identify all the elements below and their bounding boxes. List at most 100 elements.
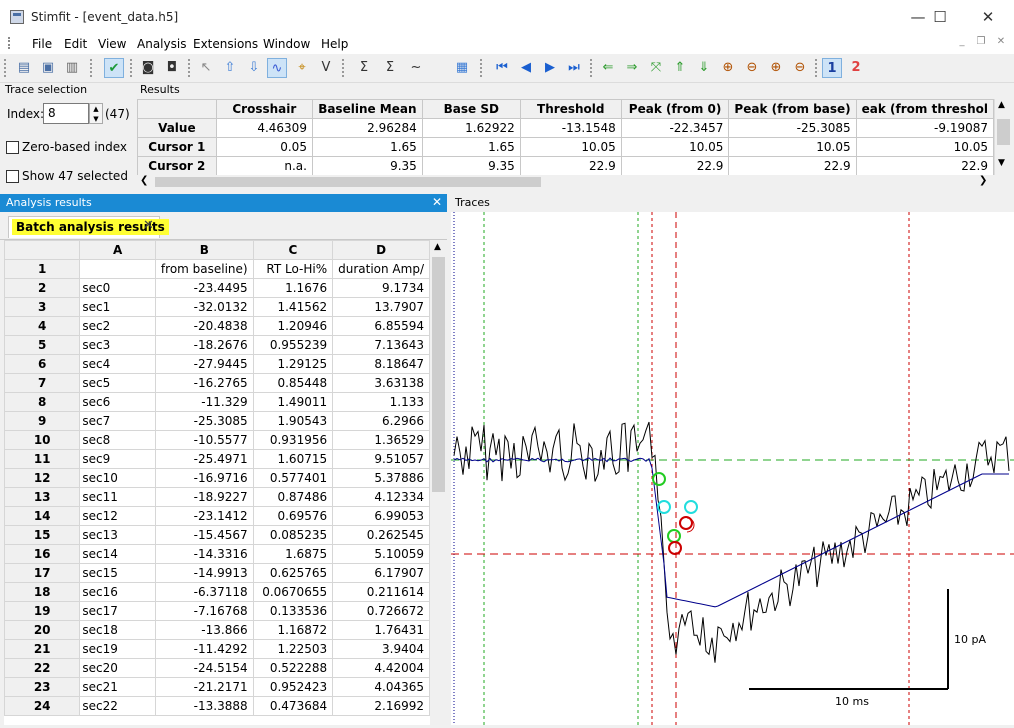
table-cell[interactable]: 2.16992 [332, 696, 430, 716]
scroll-thumb[interactable] [432, 257, 445, 492]
table-cell[interactable]: -6.37118 [154, 582, 254, 602]
results-horizontal-scrollbar[interactable]: ❮ ❯ [137, 175, 994, 189]
camera-icon[interactable]: ◙ [138, 58, 158, 78]
table-cell[interactable]: -25.3085 [154, 411, 254, 431]
row-header[interactable]: 14 [4, 506, 81, 526]
table-cell[interactable]: 0.0670655 [252, 582, 334, 602]
save-icon[interactable]: ▣ [38, 58, 58, 78]
table-cell[interactable]: sec7 [79, 411, 156, 431]
index-spinner[interactable]: ▲ ▼ [89, 103, 103, 124]
table-cell[interactable]: -13.866 [154, 620, 254, 640]
table-cell[interactable]: -11.329 [154, 392, 254, 412]
table-cell[interactable]: 1.1676 [252, 278, 334, 298]
zoom-in-x-icon[interactable]: ⊕ [718, 58, 738, 78]
v-icon[interactable]: V [316, 58, 336, 78]
table-cell[interactable]: sec16 [79, 582, 156, 602]
results-column-header[interactable]: Threshold [519, 99, 622, 119]
close-button[interactable]: ✕ [965, 0, 1011, 34]
table-cell[interactable]: sec20 [79, 658, 156, 678]
apply-icon[interactable]: ✔ [104, 58, 124, 78]
table-cell[interactable]: 0.931956 [252, 430, 334, 450]
table-cell[interactable]: -32.0132 [154, 297, 254, 317]
table-cell[interactable]: 0.952423 [252, 677, 334, 697]
table-cell[interactable]: 0.262545 [332, 525, 430, 545]
row-header[interactable]: 9 [4, 411, 81, 431]
table-cell[interactable]: -10.5577 [154, 430, 254, 450]
mdi-close-button[interactable]: ✕ [992, 36, 1010, 52]
results-cell[interactable]: 0.05 [215, 137, 313, 157]
results-cell[interactable]: 10.05 [620, 137, 730, 157]
table-cell[interactable]: -11.4292 [154, 639, 254, 659]
table-cell[interactable]: -23.1412 [154, 506, 254, 526]
table-cell[interactable]: 1.20946 [252, 316, 334, 336]
table-cell[interactable]: 1.41562 [252, 297, 334, 317]
table-cell[interactable]: RT Lo-Hi% [252, 259, 334, 279]
results-cell[interactable]: 22.9 [855, 156, 994, 175]
right-arrow-icon[interactable]: ⇒ [622, 58, 642, 78]
table-cell[interactable]: sec6 [79, 392, 156, 412]
table-cell[interactable]: 0.473684 [252, 696, 334, 716]
table-cell[interactable]: -16.2765 [154, 373, 254, 393]
row-header[interactable]: 21 [4, 639, 81, 659]
results-cell[interactable]: 22.9 [620, 156, 730, 175]
table-cell[interactable]: sec8 [79, 430, 156, 450]
menu-help[interactable]: Help [321, 37, 348, 51]
column-header[interactable]: B [154, 240, 254, 260]
zero-based-checkbox[interactable] [6, 141, 19, 154]
results-vertical-scrollbar[interactable]: ▲ ▼ [994, 99, 1012, 175]
results-column-header[interactable]: Peak (from 0) [620, 99, 730, 119]
row-header[interactable]: 20 [4, 620, 81, 640]
table-cell[interactable]: 7.13643 [332, 335, 430, 355]
table-cell[interactable]: 0.87486 [252, 487, 334, 507]
table-cell[interactable]: sec13 [79, 525, 156, 545]
table-cell[interactable]: sec10 [79, 468, 156, 488]
scroll-up-icon[interactable]: ▲ [998, 100, 1005, 110]
row-header[interactable]: 6 [4, 354, 81, 374]
scroll-up-icon[interactable]: ▲ [434, 242, 441, 252]
table-cell[interactable]: sec22 [79, 696, 156, 716]
table-cell[interactable]: 6.2966 [332, 411, 430, 431]
table-cell[interactable]: sec17 [79, 601, 156, 621]
results-cell[interactable]: -25.3085 [728, 118, 857, 138]
results-row-header[interactable]: Cursor 2 [137, 156, 217, 175]
menu-window[interactable]: Window [263, 37, 310, 51]
table-cell[interactable]: from baseline) [154, 259, 254, 279]
table-cell[interactable]: 0.69576 [252, 506, 334, 526]
zoom-in-y-icon[interactable]: ⊕ [766, 58, 786, 78]
table-cell[interactable]: 0.522288 [252, 658, 334, 678]
table-cell[interactable]: 1.22503 [252, 639, 334, 659]
table-cell[interactable]: -23.4495 [154, 278, 254, 298]
table-cell[interactable]: -20.4838 [154, 316, 254, 336]
table-cell[interactable]: 4.42004 [332, 658, 430, 678]
table-cell[interactable]: 1.6875 [252, 544, 334, 564]
cursor-arrow-icon[interactable]: ↖ [196, 58, 216, 78]
print-icon[interactable]: ▥ [62, 58, 82, 78]
last-icon[interactable]: ⏭ [564, 58, 584, 78]
results-grid[interactable]: Crosshair Baseline Mean Base SD Threshold Pe… [137, 99, 994, 175]
row-header[interactable]: 8 [4, 392, 81, 412]
close-icon[interactable]: ✕ [430, 195, 444, 209]
sum-avg-icon[interactable]: Σ [380, 58, 400, 78]
table-cell[interactable]: sec3 [79, 335, 156, 355]
prev-icon[interactable]: ◀ [516, 58, 536, 78]
row-header[interactable]: 22 [4, 658, 81, 678]
down-arrow-icon[interactable]: ⇓ [694, 58, 714, 78]
table-cell[interactable]: 6.99053 [332, 506, 430, 526]
table-icon[interactable]: ▦ [452, 58, 472, 78]
results-column-header[interactable] [137, 99, 217, 119]
table-cell[interactable]: -18.2676 [154, 335, 254, 355]
row-header[interactable]: 18 [4, 582, 81, 602]
table-cell[interactable]: sec5 [79, 373, 156, 393]
results-column-header[interactable]: Baseline Mean [311, 99, 423, 119]
up-arrow-icon[interactable]: ⇑ [670, 58, 690, 78]
row-header[interactable]: 24 [4, 696, 81, 716]
results-cell[interactable]: 9.35 [421, 156, 521, 175]
results-row-header[interactable]: Value [137, 118, 217, 138]
table-cell[interactable]: 0.085235 [252, 525, 334, 545]
mdi-minimize-button[interactable]: _ [953, 36, 971, 52]
row-header[interactable]: 5 [4, 335, 81, 355]
show-selected-checkbox[interactable] [6, 170, 19, 183]
results-column-header[interactable]: Peak (from base) [728, 99, 857, 119]
results-column-header[interactable]: Crosshair [215, 99, 313, 119]
zoom-out-x-icon[interactable]: ⊖ [742, 58, 762, 78]
